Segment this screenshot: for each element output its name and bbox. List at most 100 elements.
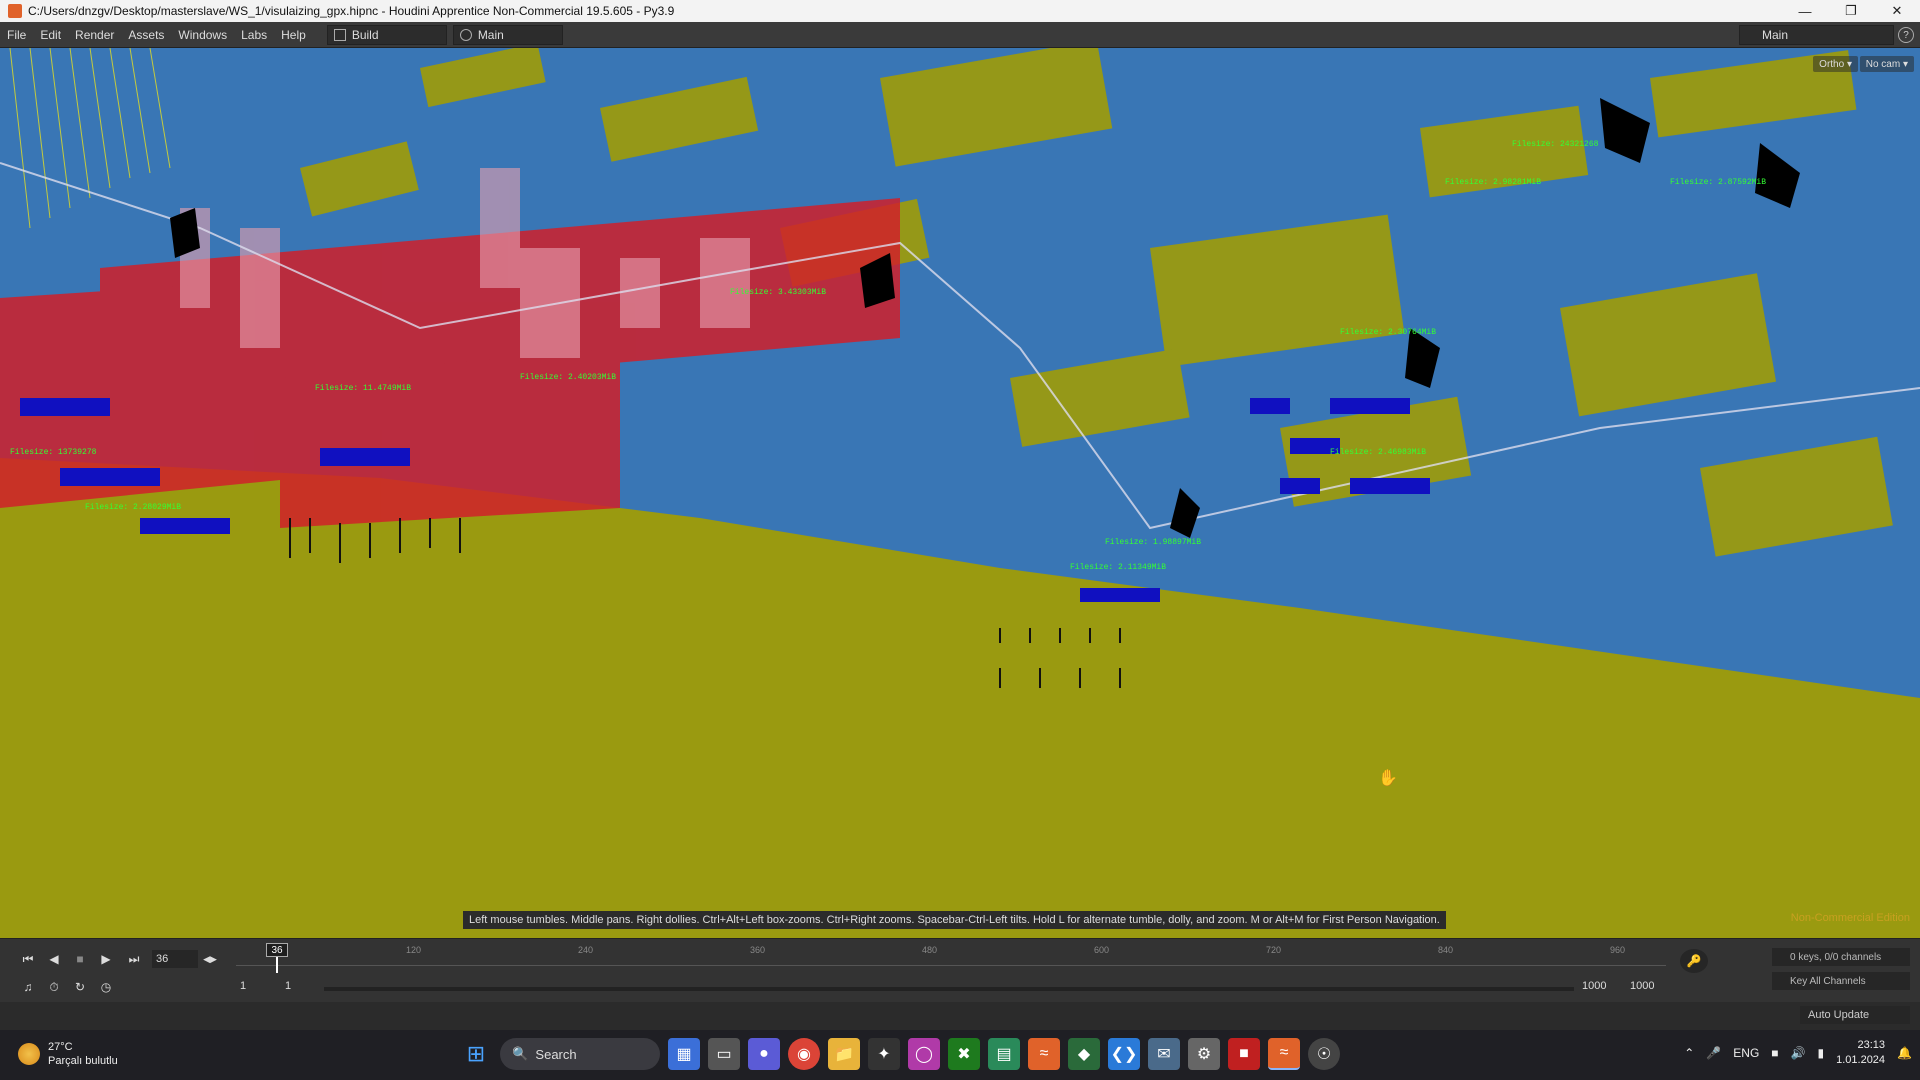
window-title: C:/Users/dnzgv/Desktop/masterslave/WS_1/… <box>28 4 675 18</box>
close-icon[interactable]: ✕ <box>1874 0 1920 22</box>
taskbar-search[interactable]: 🔍 Search <box>500 1038 660 1070</box>
settings-icon[interactable]: ⚙ <box>1188 1038 1220 1070</box>
weather-text: 27°C Parçalı bulutlu <box>48 1040 118 1068</box>
houdini-icon[interactable]: ≈ <box>1028 1038 1060 1070</box>
jump-start-icon[interactable]: ⏮ <box>18 950 38 968</box>
range-start[interactable]: 1 <box>240 980 246 992</box>
vscode-icon[interactable]: ❮❯ <box>1108 1038 1140 1070</box>
play-icon[interactable]: ▶ <box>96 950 116 968</box>
filesize-labels: Filesize: 24321268 Filesize: 2.98281MiB … <box>0 48 1920 938</box>
houdini-active-icon[interactable]: ≈ <box>1268 1038 1300 1070</box>
menu-bar: File Edit Render Assets Windows Labs Hel… <box>0 22 1920 48</box>
weather-widget[interactable]: 27°C Parçalı bulutlu <box>18 1040 118 1068</box>
filesize-label: Filesize: 2.11349MiB <box>1070 563 1167 572</box>
clock-time: 23:13 <box>1857 1039 1886 1051</box>
keys-channels-info[interactable]: 0 keys, 0/0 channels <box>1772 948 1910 966</box>
tray-chevron-icon[interactable]: ⌃ <box>1684 1046 1694 1060</box>
menu-labs[interactable]: Labs <box>234 28 274 42</box>
status-bar: Auto Update <box>0 1002 1920 1030</box>
right-desktop-label: Main <box>1762 28 1789 42</box>
filesize-label: Filesize: 24321268 <box>1512 140 1599 149</box>
auto-update-menu[interactable]: Auto Update <box>1800 1006 1910 1024</box>
restore-icon[interactable]: ❐ <box>1828 0 1874 22</box>
minimize-icon[interactable]: — <box>1782 0 1828 22</box>
instagram-icon[interactable]: ◯ <box>908 1038 940 1070</box>
filesize-label: Filesize: 2.40203MiB <box>520 373 617 382</box>
chrome-icon[interactable]: ◉ <box>788 1038 820 1070</box>
clock-date: 1.01.2024 <box>1836 1054 1886 1066</box>
right-desktop-selector[interactable]: Main <box>1739 25 1894 45</box>
range-start-visible[interactable]: 1 <box>285 980 291 992</box>
acrobat-icon[interactable]: ■ <box>1228 1038 1260 1070</box>
menu-assets[interactable]: Assets <box>121 28 171 42</box>
desktop-selector[interactable]: Build <box>326 24 447 45</box>
range-slider[interactable] <box>324 987 1574 991</box>
app-diamond-icon[interactable]: ◆ <box>1068 1038 1100 1070</box>
language-indicator[interactable]: ENG <box>1733 1046 1759 1060</box>
task-view-icon[interactable]: ▭ <box>708 1038 740 1070</box>
filesize-label: Filesize: 2.87592MiB <box>1670 178 1767 187</box>
windows-start-icon[interactable]: ⊞ <box>460 1038 492 1070</box>
network-selector[interactable]: Main <box>452 24 563 45</box>
clock-icon[interactable]: ◷ <box>96 978 116 996</box>
camera-mode-label: Ortho <box>1819 58 1845 70</box>
filesize-label: Filesize: 2.46983MiB <box>1330 448 1427 457</box>
hand-cursor-icon: ✋ <box>1378 770 1398 787</box>
camera-menu[interactable]: No cam ▾ <box>1859 56 1914 72</box>
weather-icon <box>18 1043 40 1065</box>
ruler-line <box>236 965 1666 966</box>
volume-icon[interactable]: 🔊 <box>1791 1046 1806 1060</box>
scene-viewport[interactable]: Filesize: 24321268 Filesize: 2.98281MiB … <box>0 48 1920 938</box>
step-back-icon[interactable]: ◀ <box>44 950 64 968</box>
clock[interactable]: 23:13 1.01.2024 <box>1836 1038 1885 1068</box>
windows-taskbar: 27°C Parçalı bulutlu ⊞ 🔍 Search ▦ ▭ ● ◉ … <box>0 1030 1920 1080</box>
tick-label: 120 <box>406 945 422 955</box>
loop-icon[interactable]: ↻ <box>70 978 90 996</box>
timeline-ruler[interactable]: 120 240 360 480 600 720 840 960 36 <box>236 943 1666 975</box>
menu-render[interactable]: Render <box>68 28 121 42</box>
key-all-channels-button[interactable]: Key All Channels <box>1772 972 1910 990</box>
rhino-icon[interactable]: ✦ <box>868 1038 900 1070</box>
widgets-icon[interactable]: ▦ <box>668 1038 700 1070</box>
mail-icon[interactable]: ✉ <box>1148 1038 1180 1070</box>
menu-windows[interactable]: Windows <box>171 28 234 42</box>
network-label: Main <box>477 27 504 42</box>
microphone-icon[interactable]: 🎤 <box>1706 1046 1721 1060</box>
audio-icon[interactable]: ♫ <box>18 978 38 996</box>
range-row: ♫ ⏱ ↻ ◷ 1 1 1000 1000 Key All Channels <box>0 972 1920 999</box>
camera-mode-menu[interactable]: Ortho ▾ <box>1813 56 1858 72</box>
notifications-icon[interactable]: 🔔 <box>1897 1046 1912 1060</box>
current-frame-field[interactable]: 36 <box>152 950 198 968</box>
notepad-icon[interactable]: ▤ <box>988 1038 1020 1070</box>
tick-label: 360 <box>750 945 766 955</box>
help-icon[interactable]: ? <box>1898 27 1914 43</box>
weather-desc: Parçalı bulutlu <box>48 1055 118 1067</box>
filesize-label: Filesize: 3.43303MiB <box>730 288 827 297</box>
weather-temp: 27°C <box>48 1041 73 1053</box>
taskbar-apps: ⊞ 🔍 Search ▦ ▭ ● ◉ 📁 ✦ ◯ ✖ ▤ ≈ ◆ ❮❯ ✉ ⚙ … <box>460 1038 1340 1070</box>
tick-label: 600 <box>1094 945 1110 955</box>
step-frame-icon[interactable]: ◀▶ <box>200 950 220 968</box>
menu-help[interactable]: Help <box>274 28 313 42</box>
xbox-icon[interactable]: ✖ <box>948 1038 980 1070</box>
teams-icon[interactable]: ● <box>748 1038 780 1070</box>
app-round-icon[interactable]: ☉ <box>1308 1038 1340 1070</box>
menu-edit[interactable]: Edit <box>33 28 68 42</box>
key-icon[interactable]: 🔑 <box>1680 949 1708 973</box>
window-controls: — ❐ ✕ <box>1782 0 1920 22</box>
menu-file[interactable]: File <box>0 28 33 42</box>
jump-end-icon[interactable]: ⏭ <box>124 950 144 968</box>
noncommercial-watermark: Non-Commercial Edition <box>1790 912 1910 924</box>
network-icon[interactable]: ■ <box>1771 1046 1778 1060</box>
range-end-visible[interactable]: 1000 <box>1582 980 1606 992</box>
tick-label: 840 <box>1438 945 1454 955</box>
filesize-label: Filesize: 2.30764MiB <box>1340 328 1437 337</box>
range-end[interactable]: 1000 <box>1630 980 1654 992</box>
battery-icon[interactable]: ▮ <box>1818 1046 1825 1060</box>
file-explorer-icon[interactable]: 📁 <box>828 1038 860 1070</box>
stop-icon[interactable]: ■ <box>70 950 90 968</box>
realtime-icon[interactable]: ⏱ <box>44 978 64 996</box>
title-bar: C:/Users/dnzgv/Desktop/masterslave/WS_1/… <box>0 0 1920 22</box>
houdini-app-icon <box>8 4 22 18</box>
tick-label: 240 <box>578 945 594 955</box>
